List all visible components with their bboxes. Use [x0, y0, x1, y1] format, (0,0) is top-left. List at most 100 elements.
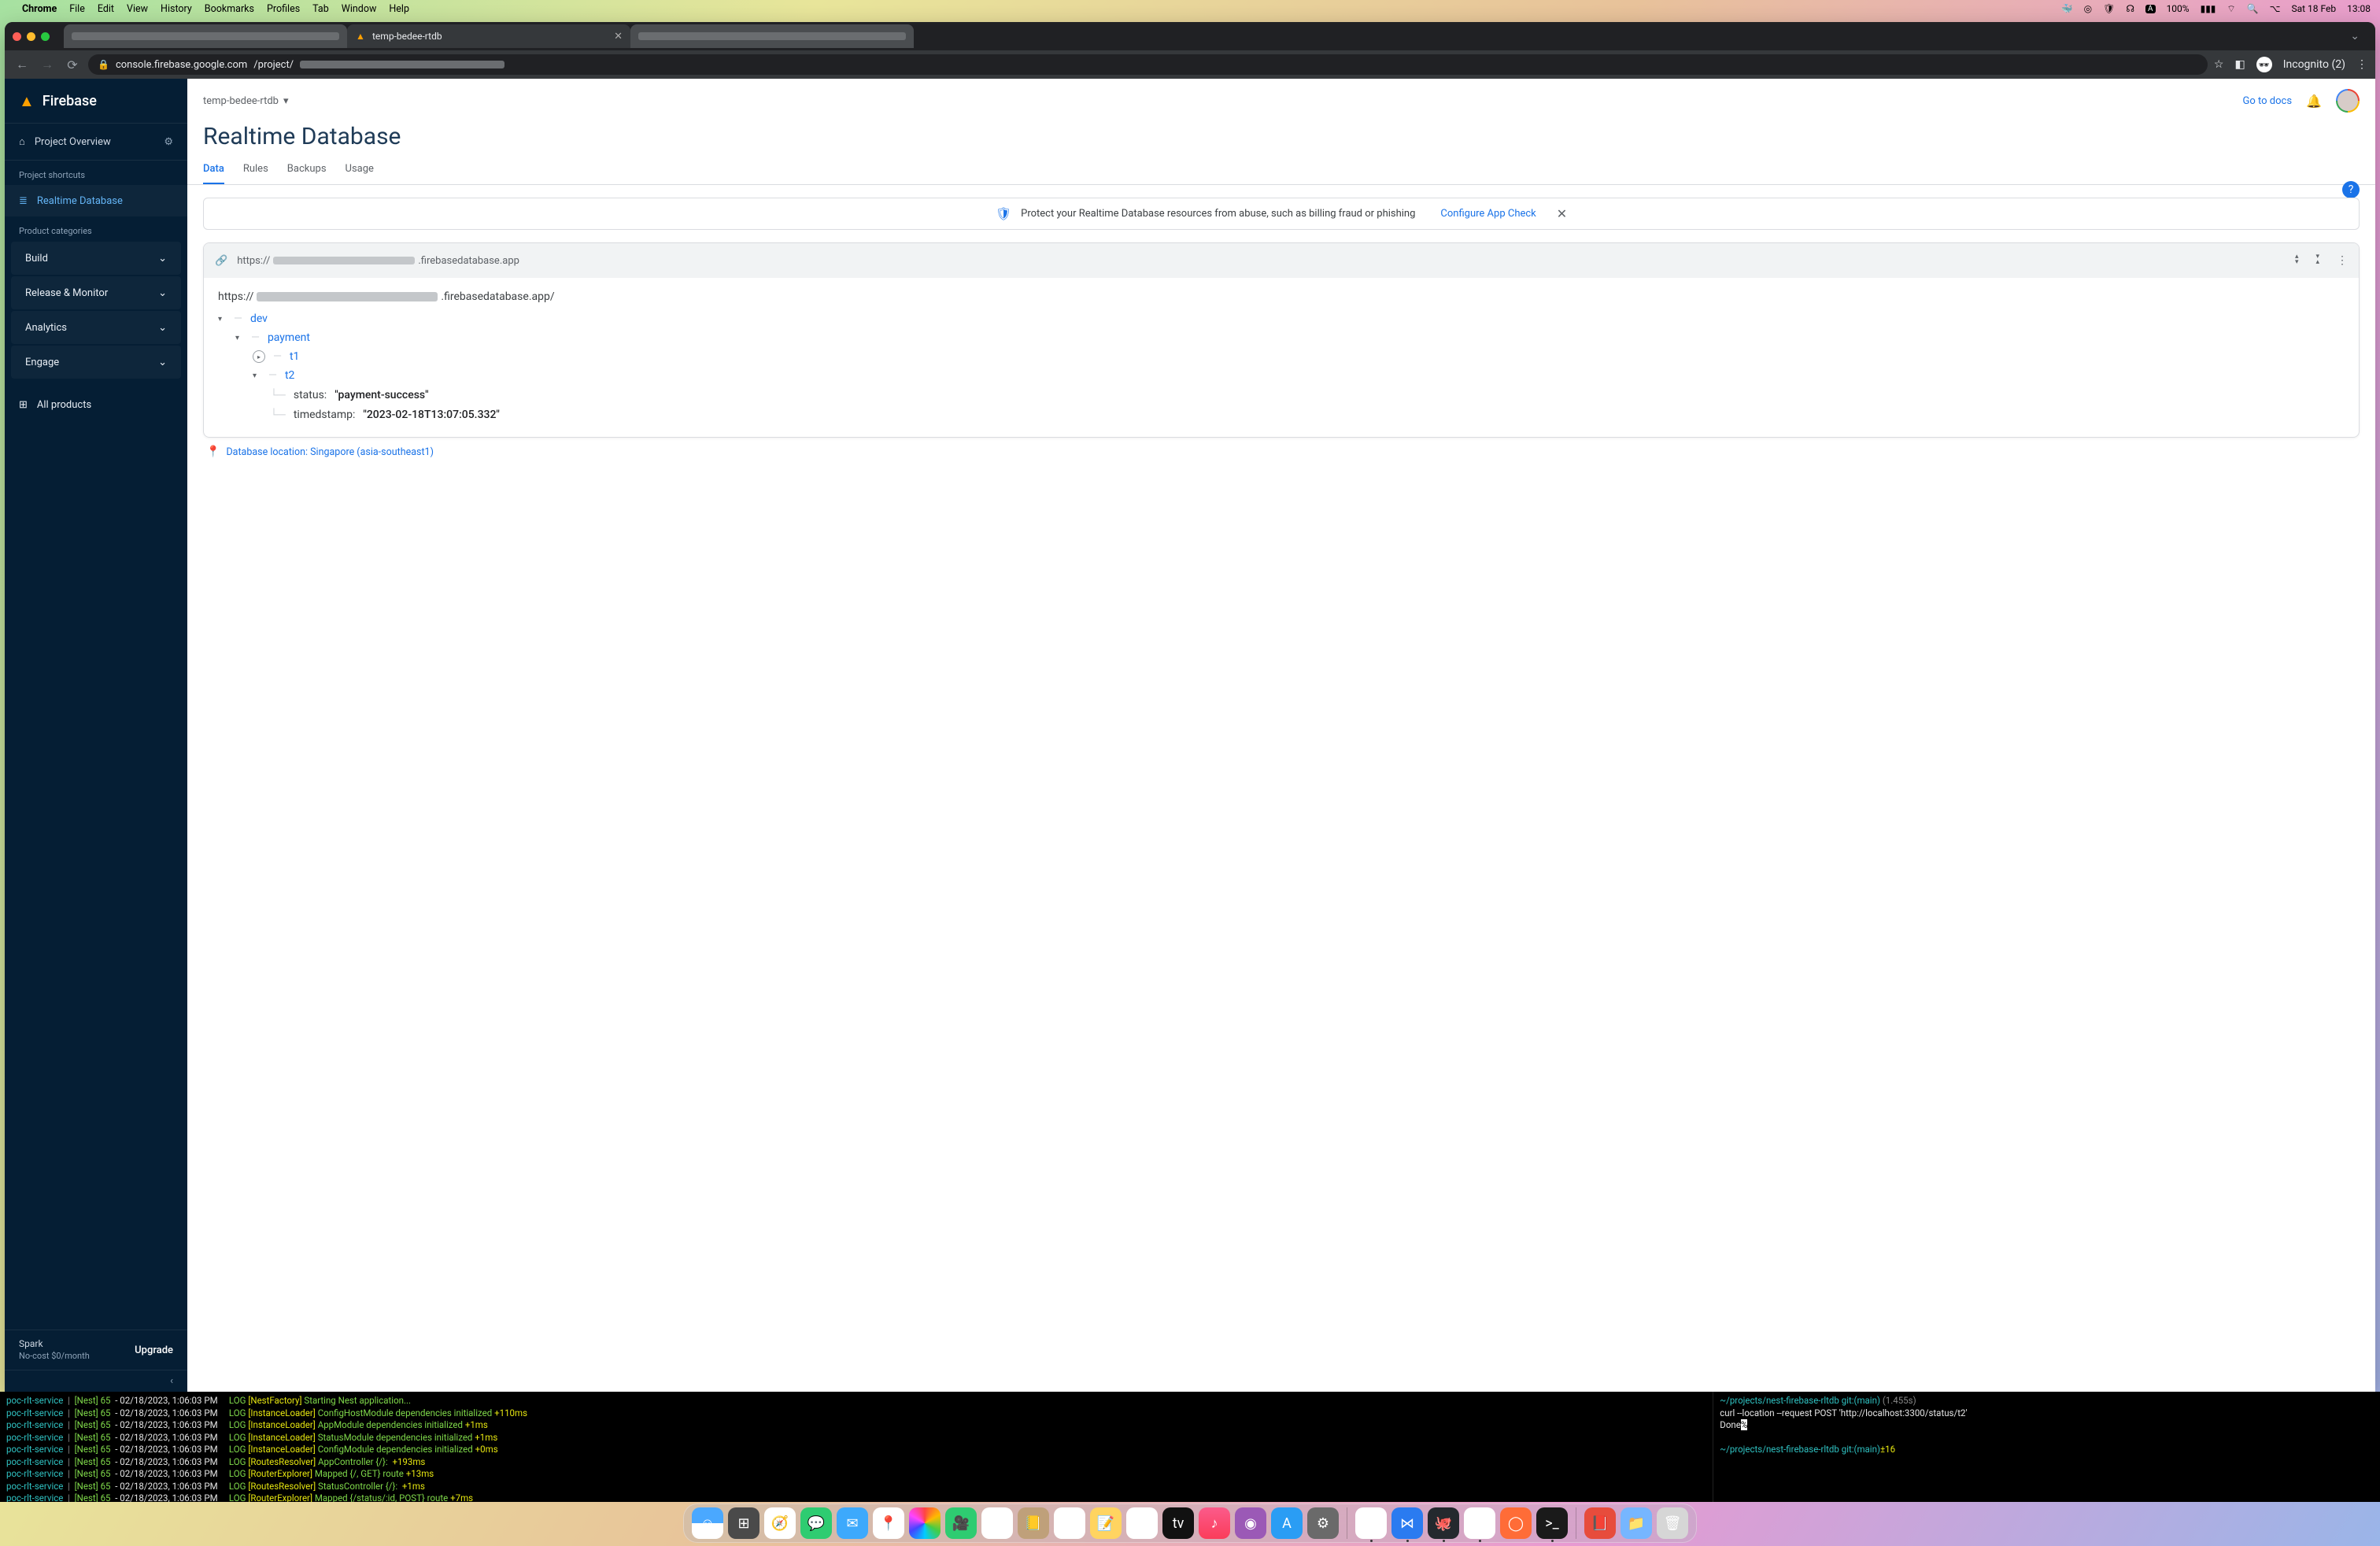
sidebar-collapse-button[interactable]: ‹ — [5, 1370, 187, 1392]
dock-app-tv[interactable]: tv — [1162, 1507, 1194, 1539]
dock-app-pdf[interactable]: 📕 — [1584, 1507, 1616, 1539]
dock-app-finder[interactable]: ☺ — [692, 1507, 723, 1539]
database-url[interactable]: https://.firebasedatabase.app — [237, 255, 519, 267]
fingerprint-icon[interactable]: ☊ — [2126, 3, 2134, 14]
dock-app-freeform[interactable]: 〰 — [1126, 1507, 1158, 1539]
incognito-icon[interactable]: 🕶 — [2256, 57, 2272, 72]
tab-list-button[interactable]: ⌄ — [2342, 30, 2367, 43]
tab-backups[interactable]: Backups — [287, 163, 327, 184]
notifications-bell-icon[interactable]: 🔔 — [2306, 94, 2322, 109]
collapse-icon[interactable]: ▾ — [235, 334, 243, 342]
dock-app-postman[interactable]: ◯ — [1500, 1507, 1532, 1539]
dock-app-mail[interactable]: ✉ — [837, 1507, 868, 1539]
menu-history[interactable]: History — [161, 3, 192, 15]
dock-app-safari[interactable]: 🧭 — [764, 1507, 796, 1539]
dock-app-trash[interactable]: 🗑 — [1657, 1507, 1688, 1539]
battery-icon[interactable]: ▮▮▮ — [2201, 3, 2216, 14]
chrome-menu-icon[interactable]: ⋮ — [2356, 58, 2367, 71]
window-minimize-button[interactable] — [27, 32, 35, 41]
tab-usage[interactable]: Usage — [346, 163, 374, 184]
dock-app-photos[interactable] — [909, 1507, 941, 1539]
project-overview-link[interactable]: ⌂ Project Overview ⚙ — [5, 123, 187, 161]
window-fullscreen-button[interactable] — [41, 32, 50, 41]
dock-app-facetime[interactable]: 🎥 — [945, 1507, 977, 1539]
menu-profiles[interactable]: Profiles — [267, 3, 300, 15]
menu-date[interactable]: Sat 18 Feb — [2291, 3, 2336, 14]
collapse-icon[interactable]: ▾ — [253, 372, 261, 380]
menu-window[interactable]: Window — [342, 3, 377, 15]
dock-app-settings[interactable]: ⚙ — [1307, 1507, 1339, 1539]
expand-icon[interactable]: ▸ — [253, 350, 265, 363]
sidebar-item-realtime-database[interactable]: ≣ Realtime Database — [5, 185, 187, 216]
nav-forward-button[interactable]: → — [38, 57, 57, 72]
dock-app-reminders[interactable]: ☑ — [1054, 1507, 1085, 1539]
db-root-url[interactable]: https://.firebasedatabase.app/ — [218, 290, 2345, 303]
dock-app-podcasts[interactable]: ◉ — [1235, 1507, 1266, 1539]
dock-app-calendar[interactable]: FEB18 — [981, 1507, 1013, 1539]
project-selector[interactable]: temp-bedee-rtdb ▾ — [203, 95, 288, 107]
dock-app-appstore[interactable]: A — [1271, 1507, 1303, 1539]
docker-menu-icon[interactable]: 🐳 — [2061, 3, 2073, 14]
dock-app-downloads[interactable]: 📁 — [1621, 1507, 1652, 1539]
dock-app-contacts[interactable]: 📒 — [1018, 1507, 1049, 1539]
banner-dismiss-button[interactable]: ✕ — [1557, 206, 1567, 221]
sidebar-all-products[interactable]: ⊞ All products — [5, 387, 187, 422]
account-avatar[interactable] — [2336, 89, 2360, 113]
menu-time[interactable]: 13:08 — [2347, 3, 2371, 14]
terminal-right-pane[interactable]: ~/projects/nest-firebase-rltdb git:(main… — [1713, 1392, 2380, 1502]
project-settings-gear-icon[interactable]: ⚙ — [164, 136, 173, 148]
menu-help[interactable]: Help — [389, 3, 409, 15]
dock-app-slack[interactable]: # — [1464, 1507, 1495, 1539]
menu-tab[interactable]: Tab — [312, 3, 329, 15]
dock-app-maps[interactable]: 📍 — [873, 1507, 904, 1539]
nav-back-button[interactable]: ← — [13, 57, 31, 72]
configure-app-check-link[interactable]: Configure App Check — [1440, 208, 1536, 220]
browser-tab-3[interactable] — [630, 24, 914, 48]
upgrade-button[interactable]: Upgrade — [135, 1344, 173, 1356]
go-to-docs-link[interactable]: Go to docs — [2243, 95, 2293, 107]
tab-rules[interactable]: Rules — [243, 163, 268, 184]
bitdefender-icon[interactable]: 🛡 — [2103, 3, 2115, 14]
tree-node-dev[interactable]: ▾—dev — [218, 309, 2345, 328]
control-center-icon[interactable]: ⌥ — [2270, 3, 2281, 14]
firebase-logo[interactable]: ▲ Firebase — [5, 79, 187, 123]
tree-node-payment[interactable]: ▾—payment — [218, 328, 2345, 347]
side-panel-icon[interactable]: ◧ — [2234, 58, 2245, 71]
dock-app-messages[interactable]: 💬 — [800, 1507, 832, 1539]
browser-tab-2-active[interactable]: ▲ temp-bedee-rtdb ✕ — [347, 24, 630, 48]
creative-cloud-icon[interactable]: ◎ — [2084, 3, 2092, 14]
tree-leaf-timestamp[interactable]: └─timedstamp: "2023-02-18T13:07:05.332" — [218, 405, 2345, 424]
nav-reload-button[interactable]: ⟳ — [63, 57, 82, 72]
expand-all-icon[interactable]: ▴▾ — [2295, 254, 2299, 267]
dock-app-vscode[interactable]: ⋈ — [1391, 1507, 1423, 1539]
input-source-icon[interactable]: A — [2145, 5, 2156, 13]
dock-app-notes[interactable]: 📝 — [1090, 1507, 1122, 1539]
sidebar-cat-engage[interactable]: Engage⌄ — [11, 346, 181, 379]
menu-file[interactable]: File — [69, 3, 85, 15]
tab-close-button[interactable]: ✕ — [614, 31, 623, 43]
address-bar[interactable]: 🔒 console.firebase.google.com/project/ — [88, 54, 2208, 75]
collapse-icon[interactable]: ▾ — [218, 315, 226, 324]
collapse-all-icon[interactable]: ▾▴ — [2315, 254, 2319, 267]
sidebar-cat-build[interactable]: Build⌄ — [11, 242, 181, 275]
tab-data[interactable]: Data — [203, 163, 224, 184]
tree-leaf-status[interactable]: └─status: "payment-success" — [218, 385, 2345, 405]
dock-app-music[interactable]: ♪ — [1199, 1507, 1230, 1539]
tree-node-t2[interactable]: ▾—t2 — [218, 366, 2345, 385]
menu-edit[interactable]: Edit — [98, 3, 114, 15]
sidebar-cat-release[interactable]: Release & Monitor⌄ — [11, 276, 181, 309]
dock-app-github[interactable]: 🐙 — [1428, 1507, 1459, 1539]
sidebar-cat-analytics[interactable]: Analytics⌄ — [11, 311, 181, 344]
window-close-button[interactable] — [13, 32, 21, 41]
terminal-left-pane[interactable]: poc-rlt-service | [Nest] 65 - 02/18/2023… — [0, 1392, 1713, 1502]
browser-tab-1[interactable] — [64, 24, 347, 48]
menu-bookmarks[interactable]: Bookmarks — [205, 3, 254, 15]
tree-node-t1[interactable]: ▸—t1 — [218, 347, 2345, 366]
bookmark-star-icon[interactable]: ☆ — [2214, 58, 2224, 71]
dock-app-chrome[interactable]: ◉ — [1355, 1507, 1387, 1539]
menu-view[interactable]: View — [127, 3, 148, 15]
spotlight-icon[interactable]: 🔍 — [2247, 3, 2259, 14]
wifi-icon[interactable]: ⌔ — [2227, 3, 2235, 15]
app-menu[interactable]: Chrome — [22, 3, 57, 15]
more-options-icon[interactable]: ⋮ — [2337, 254, 2348, 267]
